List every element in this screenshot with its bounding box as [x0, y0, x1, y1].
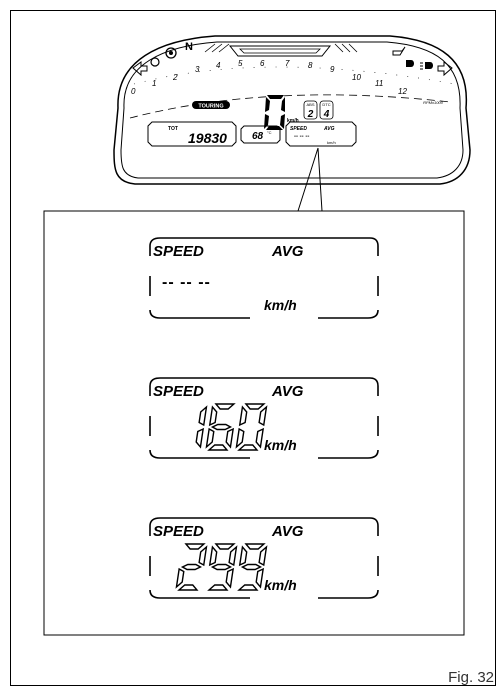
mini-speed-unit: km/h: [327, 140, 336, 145]
rpm-number-8: 8: [308, 61, 313, 70]
mini-speed-value: -- -- --: [294, 134, 309, 140]
rpm-dashed-arc: [129, 94, 451, 119]
dtc-label: DTC: [322, 102, 330, 107]
dtc-value: 4: [323, 109, 330, 120]
warning-icon: [150, 57, 160, 67]
mini-avg-label: AVG: [323, 126, 335, 132]
neutral-indicator: N: [185, 41, 193, 53]
mini-speed-label: SPEED: [290, 126, 307, 132]
rpm-tick-arc: [133, 66, 456, 85]
speed-digit-zero: [264, 95, 285, 130]
panel-value-text: 160: [0, 0, 2, 1]
panel-speed-label: SPEED: [153, 523, 204, 540]
rpm-number-6: 6: [260, 59, 265, 68]
panel-avg-label: AVG: [271, 383, 304, 400]
panel-unit-label: km/h: [264, 437, 297, 453]
odometer-value: 19830: [188, 130, 227, 146]
tach-bar-segments: [204, 43, 358, 53]
rpm-unit-label: RPMx1000: [423, 100, 444, 105]
cluster-outer-shell: [113, 35, 471, 185]
rpm-number-2: 2: [172, 73, 178, 82]
rpm-number-4: 4: [216, 61, 221, 70]
riding-mode-label: TOURING: [198, 104, 223, 110]
odometer-label: TOT: [168, 126, 178, 132]
instrument-cluster: N 0 1 2 3 4 5 6 7 8 9 10 11 12 TOURING k…: [113, 35, 471, 185]
abs-label: ABS: [306, 102, 314, 107]
dashboard-diagram: N 0 1 2 3 4 5 6 7 8 9 10 11 12 TOURING k…: [0, 0, 471, 636]
temperature-value: 68: [252, 131, 264, 142]
rpm-scale: 0 1 2 3 4 5 6 7 8 9 10 11 12: [131, 59, 407, 96]
rpm-number-5: 5: [238, 59, 243, 68]
cluster-top-bar: [228, 45, 332, 57]
cluster-top-bar-inner: [239, 48, 321, 54]
rpm-number-3: 3: [195, 65, 200, 74]
panel-value-text: -- -- --: [162, 274, 211, 291]
oil-can-icon: [392, 46, 406, 56]
panel-speed-label: SPEED: [153, 243, 204, 260]
rpm-number-9: 9: [330, 65, 335, 74]
rpm-number-12: 12: [398, 87, 407, 96]
rpm-number-0: 0: [131, 87, 136, 96]
low-beam-icon: [406, 60, 414, 67]
panel-unit-label: km/h: [264, 577, 297, 593]
panel-avg-label: AVG: [271, 523, 304, 540]
panel-value-text: 299: [0, 0, 2, 1]
panel-unit-label: km/h: [264, 297, 297, 313]
panel-speed-label: SPEED: [153, 383, 204, 400]
oil-pressure-icon: [165, 47, 177, 59]
rpm-number-11: 11: [375, 79, 383, 88]
rpm-number-10: 10: [352, 73, 361, 82]
rpm-number-7: 7: [285, 59, 290, 68]
panel-avg-label: AVG: [271, 243, 304, 260]
temperature-unit: °C: [267, 130, 272, 135]
detail-box: [43, 210, 465, 636]
figure-label: Fig. 32: [448, 669, 494, 686]
rpm-number-1: 1: [152, 79, 156, 88]
abs-value: 2: [307, 109, 314, 120]
callout-leader: [297, 147, 323, 212]
high-beam-icon: [420, 62, 433, 70]
